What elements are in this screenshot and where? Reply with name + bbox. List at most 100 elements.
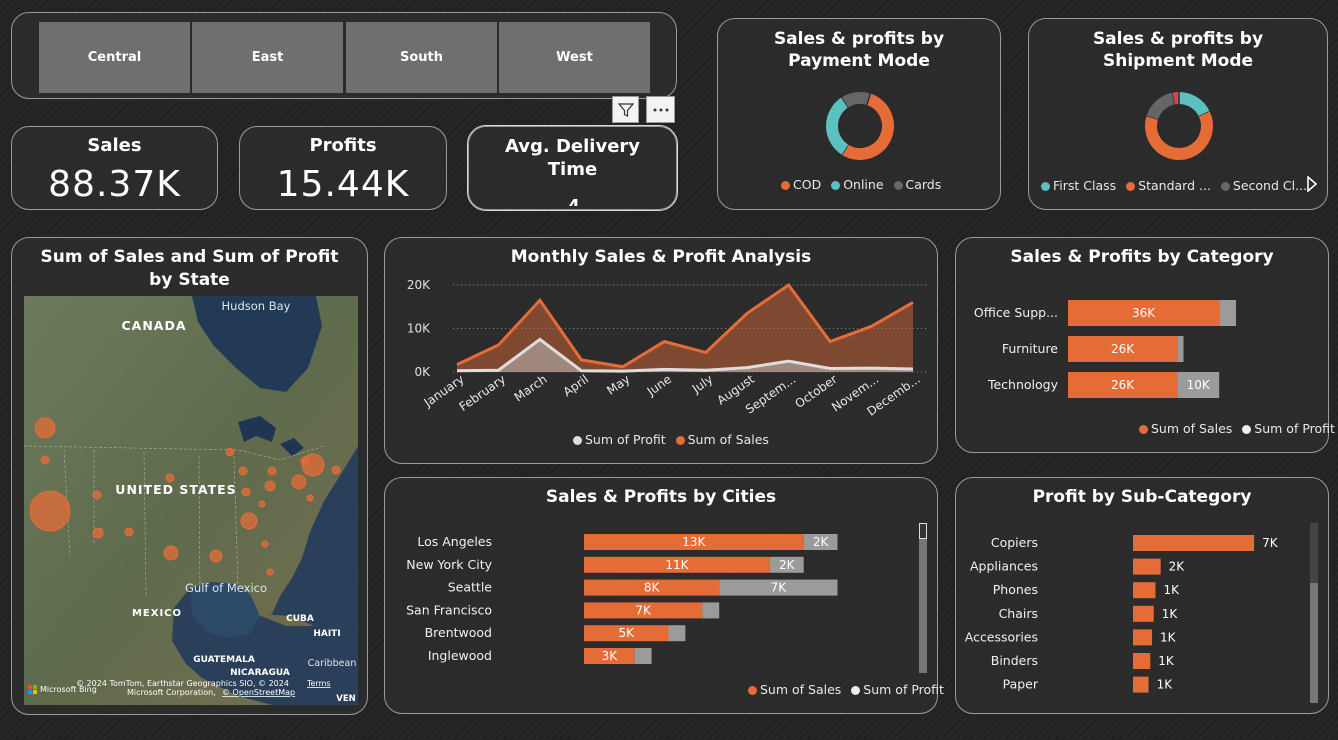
map-label-hudson-bay: Hudson Bay	[222, 299, 291, 313]
map-attribution-line2: Microsoft Corporation,	[127, 688, 216, 697]
y-tick-label: 10K	[407, 322, 431, 336]
legend-item-sum-of-sales[interactable]: Sum of Sales	[1139, 421, 1232, 436]
subcategory-card: Profit by Sub-Category Copiers 7K Applianc…	[955, 477, 1329, 714]
profit-data-label: 2K	[1169, 560, 1186, 574]
map-label-nicaragua: NICARAGUA	[230, 668, 290, 678]
legend-item-sum-of-sales[interactable]: Sum of Sales	[675, 432, 769, 447]
sales-data-label: 5K	[618, 626, 635, 640]
legend-item-first-class[interactable]: First Class	[1041, 178, 1116, 193]
map-bubble[interactable]	[92, 527, 104, 539]
subcategory-scrollbar-thumb[interactable]	[1310, 523, 1318, 583]
monthly-area-chart[interactable]: 20K10K0KJanuaryFebruary March April May June…	[385, 238, 939, 465]
profit-bar[interactable]	[702, 602, 720, 619]
map-bubble[interactable]	[165, 473, 175, 483]
map-bubble[interactable]	[266, 568, 274, 576]
map-bubble[interactable]	[241, 487, 251, 497]
map-bubble[interactable]	[34, 417, 56, 439]
profit-bar[interactable]	[1133, 629, 1153, 646]
subcategory-label: Appliances	[970, 559, 1038, 574]
region-button-east[interactable]: East	[192, 22, 343, 93]
cities-legend: Sum of Sales Sum of Profit	[748, 682, 950, 697]
region-button-west[interactable]: West	[499, 22, 650, 93]
category-label: Inglewood	[428, 648, 492, 663]
legend-item-sum-of-sales[interactable]: Sum of Sales	[748, 682, 841, 697]
legend-item-cod[interactable]: COD	[781, 177, 821, 192]
x-tick-label: June	[644, 372, 674, 399]
donut-slice-cod[interactable]	[841, 93, 894, 160]
map-bubble[interactable]	[92, 490, 102, 500]
subcategory-scrollbar[interactable]	[1310, 523, 1318, 703]
map-attribution-terms[interactable]: Terms	[306, 679, 331, 688]
profit-bar[interactable]	[1133, 558, 1161, 575]
cities-card: Sales & Profits by Cities Los Angeles 13K…	[384, 477, 944, 714]
y-tick-label: 0K	[414, 365, 431, 379]
profit-bar[interactable]	[1177, 336, 1184, 362]
category-label: Office Supp...	[974, 305, 1058, 320]
profit-bar[interactable]	[1133, 535, 1255, 551]
legend-item-online[interactable]: Online	[831, 177, 884, 192]
state-map[interactable]: Hudson Bay CANADA UNITED STATES Gulf of …	[24, 296, 358, 705]
kpi-sales-card: Sales 88.37K	[11, 126, 218, 210]
profit-bar[interactable]	[1219, 300, 1236, 326]
map-bubble[interactable]	[124, 527, 134, 537]
profit-bar[interactable]	[634, 648, 652, 664]
map-bubble[interactable]	[209, 549, 223, 563]
map-label-united-states: UNITED STATES	[115, 482, 236, 497]
profit-bar[interactable]	[1133, 676, 1149, 693]
map-bubble[interactable]	[163, 545, 179, 561]
donut-slice-online[interactable]	[826, 97, 849, 155]
cities-bar-chart[interactable]: Los Angeles 13K 2K New York City 11K 2K Seattl…	[385, 530, 915, 690]
subcategory-label: Accessories	[965, 629, 1038, 644]
kpi-delivery-label: Avg. Delivery Time	[504, 136, 641, 180]
map-bubble[interactable]	[225, 447, 235, 457]
legend-item-sum-of-profit[interactable]: Sum of Profit	[1242, 421, 1335, 436]
more-options-button[interactable]	[646, 96, 675, 123]
map-label-cuba: CUBA	[286, 614, 314, 624]
kpi-sales-value: 88.37K	[48, 165, 181, 198]
map-bubble[interactable]	[267, 466, 277, 476]
subcategory-bar-chart[interactable]: Copiers 7K Appliances 2K Phones 1K Chairs 1K Acc…	[956, 528, 1306, 708]
map-bubble[interactable]	[29, 490, 71, 532]
profit-bar[interactable]	[1133, 582, 1156, 599]
map-bubble[interactable]	[306, 494, 314, 502]
map-attribution-osm[interactable]: © OpenStreetMap	[222, 688, 295, 697]
category-label: Technology	[987, 377, 1059, 392]
region-button-south[interactable]: South	[346, 22, 497, 93]
donut-slice-cards[interactable]	[841, 92, 871, 108]
legend-item-cards[interactable]: Cards	[893, 177, 941, 192]
shipment-mode-card: Sales & profits by Shipment Mode First C…	[1028, 18, 1328, 210]
profit-data-label: 7K	[771, 581, 788, 595]
legend-item-sum-of-profit[interactable]: Sum of Profit	[573, 432, 666, 447]
legend-item-standard[interactable]: Standard ...	[1126, 178, 1211, 193]
region-button-central[interactable]: Central	[39, 22, 190, 93]
legend-item-second-class[interactable]: Second Cl...	[1220, 178, 1307, 193]
filter-button[interactable]	[612, 96, 639, 123]
donut-slice-second-class[interactable]	[1146, 92, 1176, 120]
legend-next-icon[interactable]	[1306, 176, 1318, 192]
subcategory-label: Binders	[991, 653, 1038, 668]
cities-scrollbar-thumb[interactable]	[919, 523, 927, 539]
map-bubble[interactable]	[40, 455, 50, 465]
sales-data-label: 13K	[682, 535, 706, 549]
sales-data-label: 26K	[1111, 342, 1135, 356]
cities-scrollbar[interactable]	[919, 523, 927, 673]
map-bubble[interactable]	[291, 474, 307, 490]
map-bubble[interactable]	[238, 466, 248, 476]
profit-data-label: 1K	[1162, 607, 1179, 621]
donut-slice-first-class[interactable]	[1178, 92, 1210, 117]
map-bubble[interactable]	[240, 512, 258, 530]
profit-bar[interactable]	[1133, 653, 1151, 669]
map-bubble[interactable]	[264, 480, 276, 492]
map-bubble[interactable]	[261, 540, 269, 548]
kpi-delivery-card[interactable]: Avg. Delivery Time 4	[467, 125, 678, 211]
sales-data-label: 8K	[644, 581, 661, 595]
map-bubble[interactable]	[300, 456, 310, 466]
profit-bar[interactable]	[668, 625, 686, 642]
map-bubble[interactable]	[331, 465, 341, 475]
legend-item-sum-of-profit[interactable]: Sum of Profit	[851, 682, 944, 697]
profit-bar[interactable]	[1133, 605, 1154, 622]
payment-mode-card: Sales & profits by Payment Mode COD Onli…	[717, 18, 1001, 210]
donut-slice-standard-class[interactable]	[1145, 111, 1213, 160]
monthly-legend: Sum of Profit Sum of Sales	[573, 432, 775, 447]
map-bubble[interactable]	[258, 500, 266, 508]
